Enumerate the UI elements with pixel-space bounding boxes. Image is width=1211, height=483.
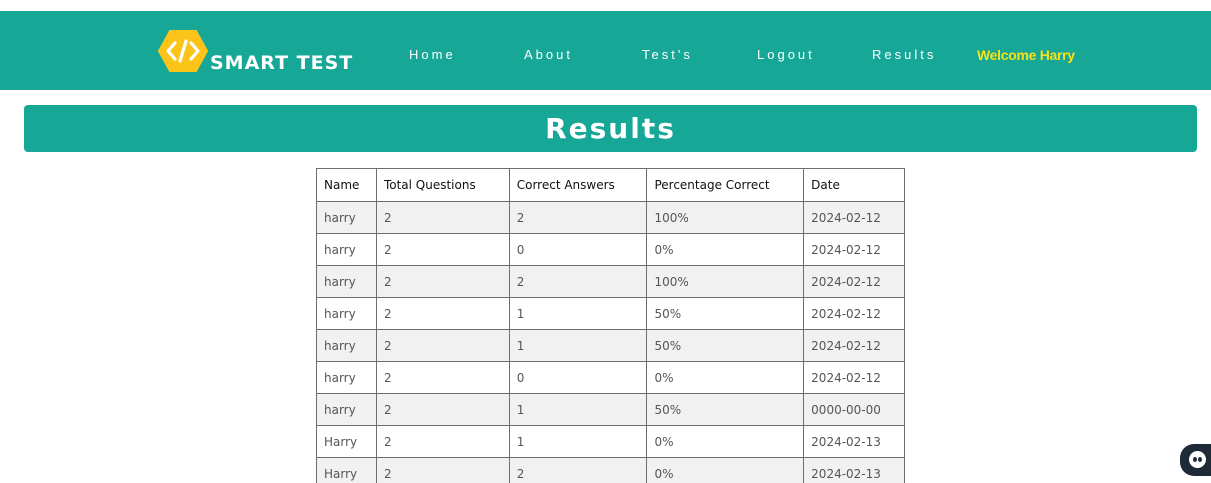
- nav-results-link[interactable]: Results: [872, 47, 936, 62]
- cell-date: 2024-02-12: [803, 233, 905, 266]
- page-title-banner: Results: [24, 105, 1197, 152]
- logo-text: SMART TEST: [210, 52, 354, 74]
- column-header-name: Name: [316, 168, 377, 202]
- cell-percentage-correct: 50%: [646, 393, 805, 426]
- cell-date: 2024-02-13: [803, 457, 905, 483]
- chat-bot-icon: [1189, 451, 1206, 468]
- cell-name: harry: [316, 329, 377, 362]
- column-header-date: Date: [803, 168, 905, 202]
- cell-percentage-correct: 0%: [646, 425, 805, 458]
- table-row: Harry 2 1 0% 2024-02-13: [316, 425, 905, 458]
- column-header-percentage-correct: Percentage Correct: [646, 168, 805, 202]
- cell-correct-answers: 2: [508, 457, 648, 483]
- welcome-message: Welcome Harry: [977, 47, 1075, 63]
- cell-date: 0000-00-00: [803, 393, 905, 426]
- cell-total-questions: 2: [375, 393, 510, 426]
- cell-percentage-correct: 0%: [646, 457, 805, 483]
- cell-name: harry: [316, 265, 377, 298]
- cell-percentage-correct: 50%: [646, 329, 805, 362]
- cell-correct-answers: 2: [508, 201, 648, 234]
- cell-date: 2024-02-12: [803, 297, 905, 330]
- cell-correct-answers: 1: [508, 329, 648, 362]
- cell-total-questions: 2: [375, 265, 510, 298]
- cell-date: 2024-02-12: [803, 265, 905, 298]
- table-row: harry 2 1 50% 2024-02-12: [316, 297, 905, 330]
- nav-about-link[interactable]: About: [524, 47, 573, 62]
- cell-total-questions: 2: [375, 297, 510, 330]
- column-header-total-questions: Total Questions: [375, 168, 510, 202]
- cell-date: 2024-02-12: [803, 329, 905, 362]
- cell-correct-answers: 1: [508, 393, 648, 426]
- cell-percentage-correct: 100%: [646, 265, 805, 298]
- cell-percentage-correct: 0%: [646, 361, 805, 394]
- cell-total-questions: 2: [375, 457, 510, 483]
- cell-total-questions: 2: [375, 361, 510, 394]
- table-header-row: Name Total Questions Correct Answers Per…: [316, 168, 905, 202]
- results-table: Name Total Questions Correct Answers Per…: [316, 168, 905, 483]
- table-row: harry 2 0 0% 2024-02-12: [316, 233, 905, 266]
- table-row: harry 2 1 50% 2024-02-12: [316, 329, 905, 362]
- cell-percentage-correct: 0%: [646, 233, 805, 266]
- cell-name: harry: [316, 233, 377, 266]
- cell-name: harry: [316, 361, 377, 394]
- table-row: harry 2 0 0% 2024-02-12: [316, 361, 905, 394]
- cell-total-questions: 2: [375, 425, 510, 458]
- nav-logout-link[interactable]: Logout: [757, 47, 815, 62]
- nav-tests-link[interactable]: Test's: [642, 47, 693, 62]
- cell-total-questions: 2: [375, 329, 510, 362]
- table-row: harry 2 2 100% 2024-02-12: [316, 265, 905, 298]
- cell-correct-answers: 0: [508, 233, 648, 266]
- cell-date: 2024-02-12: [803, 361, 905, 394]
- nav-home-link[interactable]: Home: [409, 47, 456, 62]
- top-navbar: SMART TEST Home About Test's Logout Resu…: [0, 11, 1211, 90]
- cell-percentage-correct: 50%: [646, 297, 805, 330]
- table-row: Harry 2 2 0% 2024-02-13: [316, 457, 905, 483]
- code-brackets-hexagon-icon: [158, 30, 208, 72]
- table-row: harry 2 2 100% 2024-02-12: [316, 201, 905, 234]
- cell-correct-answers: 1: [508, 425, 648, 458]
- chat-widget-button[interactable]: [1180, 444, 1211, 476]
- cell-date: 2024-02-12: [803, 201, 905, 234]
- cell-total-questions: 2: [375, 201, 510, 234]
- cell-total-questions: 2: [375, 233, 510, 266]
- cell-name: Harry: [316, 425, 377, 458]
- table-row: harry 2 1 50% 0000-00-00: [316, 393, 905, 426]
- cell-correct-answers: 2: [508, 265, 648, 298]
- cell-percentage-correct: 100%: [646, 201, 805, 234]
- cell-name: harry: [316, 393, 377, 426]
- cell-name: harry: [316, 201, 377, 234]
- site-logo[interactable]: SMART TEST: [158, 29, 352, 74]
- cell-correct-answers: 0: [508, 361, 648, 394]
- cell-name: Harry: [316, 457, 377, 483]
- cell-correct-answers: 1: [508, 297, 648, 330]
- cell-date: 2024-02-13: [803, 425, 905, 458]
- column-header-correct-answers: Correct Answers: [508, 168, 648, 202]
- page-title: Results: [545, 112, 676, 145]
- cell-name: harry: [316, 297, 377, 330]
